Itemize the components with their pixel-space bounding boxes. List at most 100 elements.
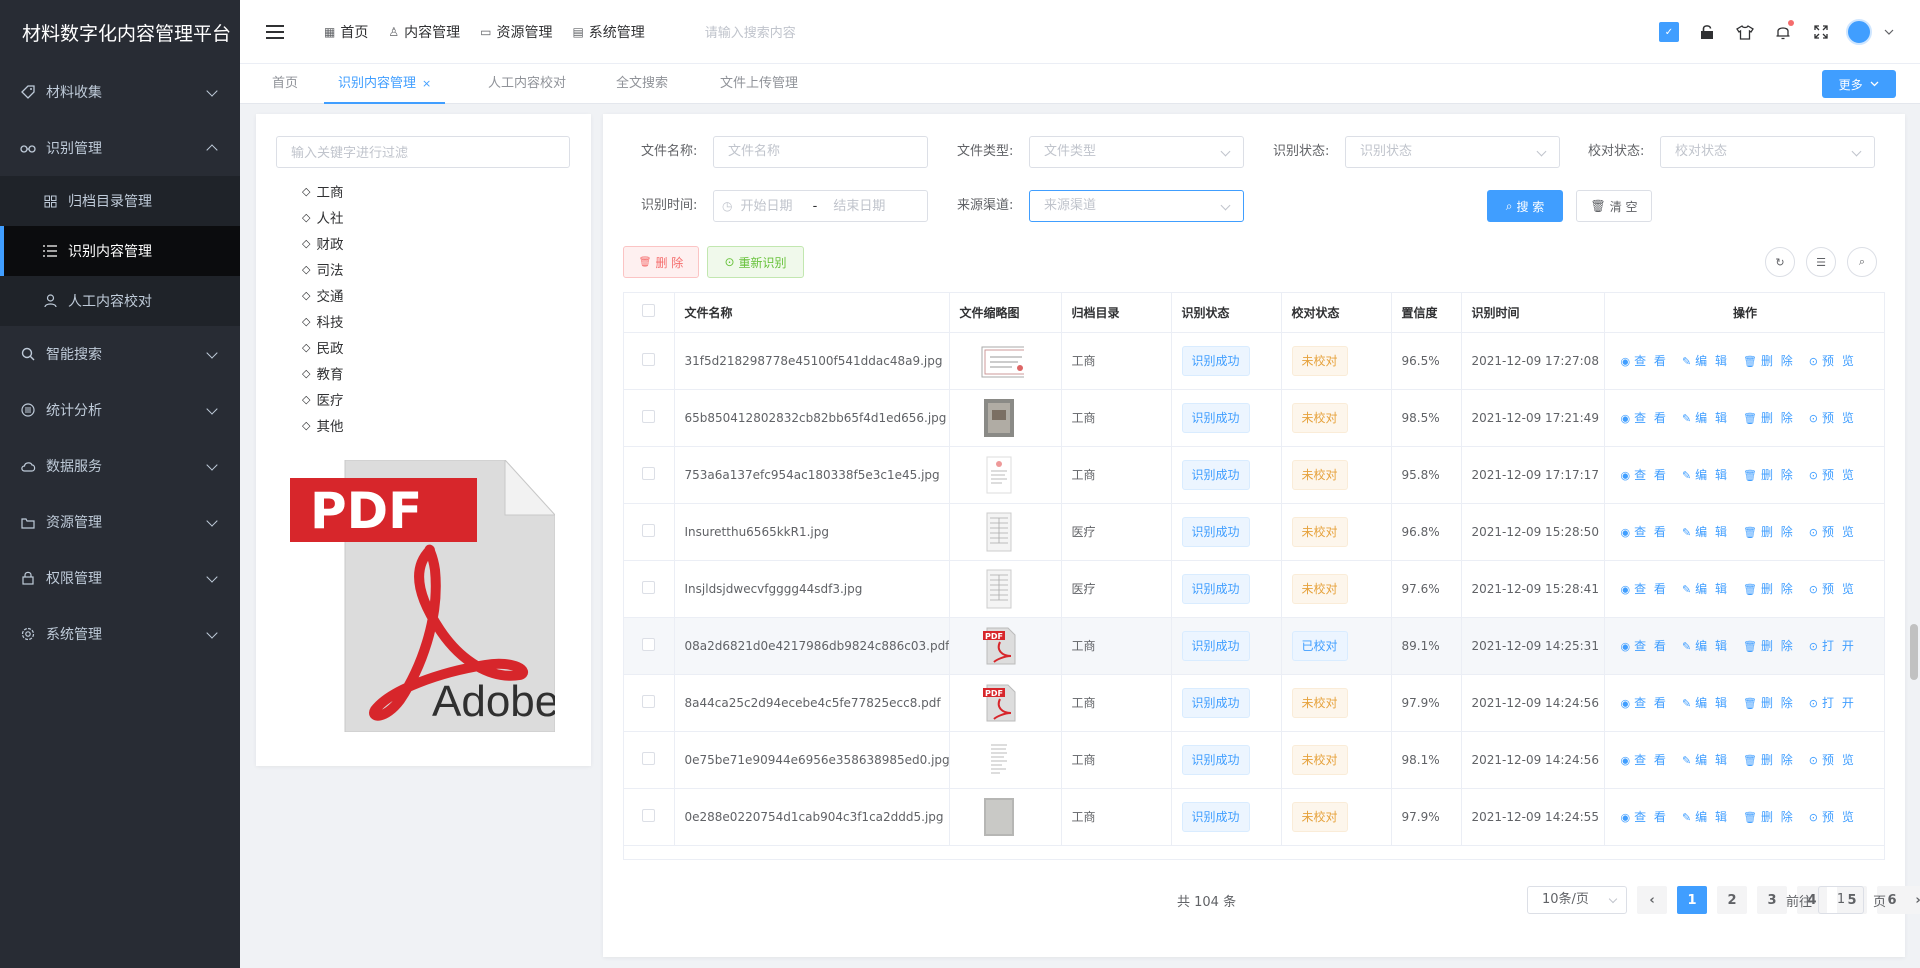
view-link[interactable]: ◉ 查 看 bbox=[1621, 580, 1668, 597]
row-checkbox[interactable] bbox=[624, 446, 675, 504]
sidebar-item-recognition[interactable]: 识别管理 bbox=[0, 120, 240, 176]
bell-icon[interactable] bbox=[1764, 20, 1802, 40]
row-checkbox[interactable] bbox=[624, 332, 675, 390]
delete-link[interactable]: 🗑 删 除 bbox=[1743, 409, 1795, 426]
preview-link[interactable]: ⊙ 打 开 bbox=[1809, 637, 1856, 654]
edit-link[interactable]: ✎ 编 辑 bbox=[1682, 523, 1729, 540]
view-link[interactable]: ◉ 查 看 bbox=[1621, 466, 1668, 483]
avatar[interactable] bbox=[1840, 19, 1878, 45]
tab-fulltext-search[interactable]: 全文搜索 bbox=[616, 64, 668, 104]
delete-button[interactable]: 🗑 删 除 bbox=[623, 246, 699, 278]
view-link[interactable]: ◉ 查 看 bbox=[1621, 523, 1668, 540]
edit-link[interactable]: ✎ 编 辑 bbox=[1682, 808, 1729, 825]
view-link[interactable]: ◉ 查 看 bbox=[1621, 808, 1668, 825]
hamburger-icon[interactable] bbox=[266, 24, 284, 39]
delete-link[interactable]: 🗑 删 除 bbox=[1743, 523, 1795, 540]
image-thumbnail[interactable] bbox=[982, 512, 1016, 552]
sidebar-item-system[interactable]: 系统管理 bbox=[0, 606, 240, 662]
edit-link[interactable]: ✎ 编 辑 bbox=[1682, 466, 1729, 483]
view-link[interactable]: ◉ 查 看 bbox=[1621, 751, 1668, 768]
sidebar-item-resources[interactable]: 资源管理 bbox=[0, 494, 240, 550]
edit-link[interactable]: ✎ 编 辑 bbox=[1682, 637, 1729, 654]
table-row[interactable]: 753a6a137efc954ac180338f5e3c1e45.jpg 工商 识别… bbox=[624, 446, 1884, 504]
row-checkbox[interactable] bbox=[624, 389, 675, 447]
delete-link[interactable]: 🗑 删 除 bbox=[1743, 580, 1795, 597]
date-range-picker[interactable]: ◷ 开始日期 - 结束日期 bbox=[713, 190, 928, 222]
delete-link[interactable]: 🗑 删 除 bbox=[1743, 808, 1795, 825]
tree-node-renshe[interactable]: ◇ 人社 bbox=[302, 204, 343, 230]
preview-link[interactable]: ⊙ 预 览 bbox=[1809, 751, 1856, 768]
preview-link[interactable]: ⊙ 预 览 bbox=[1809, 352, 1856, 369]
image-thumbnail[interactable] bbox=[982, 797, 1016, 837]
select-all-checkbox[interactable] bbox=[624, 293, 675, 333]
column-settings-icon[interactable]: ☰ bbox=[1806, 247, 1836, 277]
row-checkbox[interactable] bbox=[624, 617, 675, 675]
table-row[interactable]: 65b850412802832cb82bb65f4d1ed656.jpg 工商 识别… bbox=[624, 389, 1884, 447]
header-search-input[interactable]: 请输入搜索内容 bbox=[705, 22, 905, 41]
view-link[interactable]: ◉ 查 看 bbox=[1621, 409, 1668, 426]
tab-file-upload[interactable]: 文件上传管理 bbox=[720, 64, 798, 104]
next-page-button[interactable]: › bbox=[1903, 886, 1920, 914]
sidebar-subitem-manual-proof[interactable]: 人工内容校对 bbox=[0, 276, 240, 326]
sidebar-subitem-recog-content[interactable]: 识别内容管理 bbox=[0, 226, 240, 276]
edit-link[interactable]: ✎ 编 辑 bbox=[1682, 409, 1729, 426]
row-checkbox[interactable] bbox=[624, 731, 675, 789]
fullscreen-icon[interactable] bbox=[1802, 25, 1840, 39]
topnav-content[interactable]: ♙ 内容管理 bbox=[388, 22, 460, 42]
row-checkbox[interactable] bbox=[624, 503, 675, 561]
page-button[interactable]: 1 bbox=[1677, 886, 1707, 914]
topnav-system[interactable]: ▤ 系统管理 bbox=[572, 22, 644, 42]
search-toggle-icon[interactable]: ⌕ bbox=[1847, 247, 1877, 277]
sidebar-item-statistics[interactable]: 统计分析 bbox=[0, 382, 240, 438]
topnav-home[interactable]: ▦ 首页 bbox=[324, 22, 368, 42]
edit-link[interactable]: ✎ 编 辑 bbox=[1682, 694, 1729, 711]
edit-link[interactable]: ✎ 编 辑 bbox=[1682, 352, 1729, 369]
tree-node-qita[interactable]: ◇ 其他 bbox=[302, 412, 343, 438]
table-row[interactable]: Insjldsjdwecvfgggg44sdf3.jpg 医疗 识别成功 未校对 97.… bbox=[624, 560, 1884, 618]
pdf-thumbnail[interactable]: PDF bbox=[982, 683, 1016, 723]
preview-link[interactable]: ⊙ 预 览 bbox=[1809, 580, 1856, 597]
table-row[interactable]: 08a2d6821d0e4217986db9824c886c03.pdf PDF 工… bbox=[624, 617, 1884, 675]
sidebar-item-data-service[interactable]: 数据服务 bbox=[0, 438, 240, 494]
delete-link[interactable]: 🗑 删 除 bbox=[1743, 751, 1795, 768]
view-link[interactable]: ◉ 查 看 bbox=[1621, 352, 1668, 369]
tab-recog-content[interactable]: 识别内容管理 × bbox=[324, 64, 446, 104]
search-button[interactable]: ⌕ 搜 索 bbox=[1487, 190, 1563, 222]
table-row[interactable]: 8a44ca25c2d94ecebe4c5fe77825ecc8.pdf PDF 工… bbox=[624, 674, 1884, 732]
row-checkbox[interactable] bbox=[624, 674, 675, 732]
delete-link[interactable]: 🗑 删 除 bbox=[1743, 637, 1795, 654]
pdf-thumbnail[interactable]: PDF bbox=[982, 626, 1016, 666]
preview-link[interactable]: ⊙ 预 览 bbox=[1809, 466, 1856, 483]
tree-node-gongshang[interactable]: ◇ 工商 bbox=[302, 178, 343, 204]
page-size-select[interactable]: 10条/页 bbox=[1527, 886, 1627, 914]
sidebar-item-permissions[interactable]: 权限管理 bbox=[0, 550, 240, 606]
source-select[interactable]: 来源渠道 bbox=[1029, 190, 1244, 222]
tree-node-jiaotong[interactable]: ◇ 交通 bbox=[302, 282, 343, 308]
preview-link[interactable]: ⊙ 打 开 bbox=[1809, 694, 1856, 711]
image-thumbnail[interactable] bbox=[982, 398, 1016, 438]
table-row[interactable]: 0e288e0220754d1cab904c3f1ca2ddd5.jpg 工商 识别… bbox=[624, 788, 1884, 846]
page-button[interactable]: 3 bbox=[1757, 886, 1787, 914]
tree-filter-input[interactable] bbox=[276, 136, 570, 168]
preview-link[interactable]: ⊙ 预 览 bbox=[1809, 409, 1856, 426]
tree-node-keji[interactable]: ◇ 科技 bbox=[302, 308, 343, 334]
chevron-down-icon[interactable] bbox=[1878, 29, 1900, 35]
file-name-input[interactable]: 文件名称 bbox=[713, 136, 928, 168]
image-thumbnail[interactable] bbox=[982, 455, 1016, 495]
preview-link[interactable]: ⊙ 预 览 bbox=[1809, 808, 1856, 825]
row-checkbox[interactable] bbox=[624, 560, 675, 618]
image-thumbnail[interactable] bbox=[982, 740, 1016, 780]
refresh-icon[interactable]: ↻ bbox=[1765, 247, 1795, 277]
page-button[interactable]: 2 bbox=[1717, 886, 1747, 914]
delete-link[interactable]: 🗑 删 除 bbox=[1743, 352, 1795, 369]
tab-manual-proof[interactable]: 人工内容校对 bbox=[488, 64, 566, 104]
clear-button[interactable]: 🗑 清 空 bbox=[1576, 190, 1652, 222]
row-checkbox[interactable] bbox=[624, 788, 675, 846]
view-link[interactable]: ◉ 查 看 bbox=[1621, 694, 1668, 711]
tree-node-caizheng[interactable]: ◇ 财政 bbox=[302, 230, 343, 256]
image-thumbnail[interactable] bbox=[974, 341, 1024, 381]
prev-page-button[interactable]: ‹ bbox=[1637, 886, 1667, 914]
sidebar-subitem-archive-dir[interactable]: 归档目录管理 bbox=[0, 176, 240, 226]
table-row[interactable]: 31f5d218298778e45100f541ddac48a9.jpg 工商 识别… bbox=[624, 332, 1884, 390]
preview-link[interactable]: ⊙ 预 览 bbox=[1809, 523, 1856, 540]
